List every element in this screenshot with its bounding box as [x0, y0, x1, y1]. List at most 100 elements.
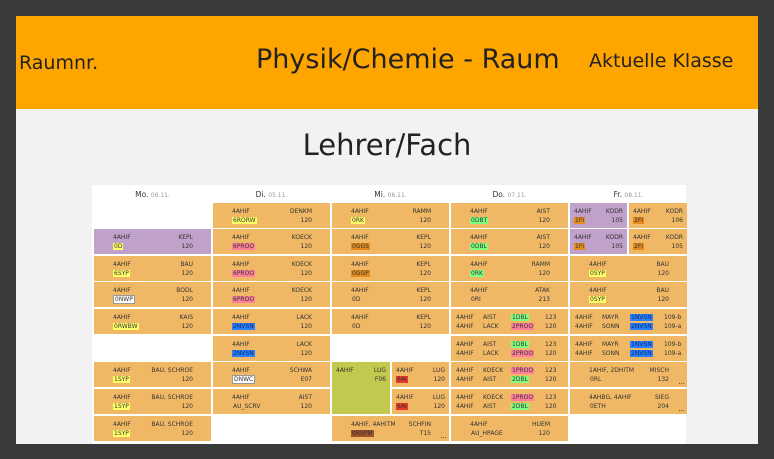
- lesson-cell[interactable]: 4AHIF BAU 0SYP 120: [570, 256, 687, 281]
- lesson-teacher: LUG: [432, 394, 445, 401]
- more-indicator[interactable]: ...: [678, 405, 685, 413]
- lesson-room: 120: [419, 296, 431, 303]
- subject-tag: 0D: [352, 296, 361, 303]
- lesson-cell[interactable]: 4AHIF KEPL 0D 120: [94, 229, 211, 254]
- lesson-cell[interactable]: 4AHIF RAMM 0RK 120: [451, 256, 568, 281]
- lesson-cell[interactable]: 4AHIF LUG F06: [332, 362, 390, 414]
- lesson-cell[interactable]: 4AHIF DENKM 6RORW 120: [213, 203, 330, 228]
- lesson-cell[interactable]: 4AHIF ATAK 0RI 213: [451, 282, 568, 307]
- lesson-room: 105: [611, 243, 623, 250]
- more-indicator[interactable]: ...: [440, 432, 447, 440]
- lesson-room: 109-b: [664, 314, 682, 321]
- subject-tag: 2FI: [633, 243, 645, 250]
- lesson-class: 4AHIF: [232, 261, 250, 268]
- lesson-class: 4AHIF: [470, 287, 488, 294]
- lesson-room: 120: [545, 323, 557, 330]
- lesson-room: 132: [657, 376, 669, 383]
- lesson-subject: 2DBL: [511, 403, 529, 410]
- lesson-cell-split[interactable]: 4AHIF KOECK 1PROO 123 4AHIF AIST 2DBL 120: [451, 362, 568, 387]
- lesson-teacher: KOECK: [291, 287, 312, 294]
- lesson-room: 105: [611, 217, 623, 224]
- lesson-class: 4AHIF: [232, 208, 250, 215]
- lesson-cell[interactable]: 4AHIF KEPL 0GGS 120: [332, 229, 449, 254]
- lesson-cell[interactable]: 4AHIF AIST 0DBT 120: [451, 203, 568, 228]
- subject-tag: 0RWBW: [113, 323, 139, 330]
- lesson-cell[interactable]: 1AHIF, 2DHITM MISCH 0RL 132...: [570, 362, 687, 387]
- subject-tag: 2FI: [633, 217, 645, 224]
- lesson-cell[interactable]: 4AHIF SCHWA DNWC E07: [213, 362, 330, 387]
- day-name: Di.: [255, 190, 266, 199]
- lesson-teacher: KODR: [605, 234, 623, 241]
- subject-tag: AU_SCRV: [233, 403, 261, 410]
- lesson-cell[interactable]: 4AHIF KODR 2FI 106: [629, 203, 687, 228]
- lesson-cell-split[interactable]: 4AHIF MAYR 1NVSN 109-b 4AHIF SONN 2NVSN 109-a: [570, 336, 687, 361]
- lesson-cell[interactable]: 4AHIF AIST AU_SCRV 120: [213, 389, 330, 414]
- subject-tag: 0GGS: [351, 243, 370, 250]
- lesson-cell[interactable]: 4AHIF KOECK 6PROO 120: [213, 282, 330, 307]
- lesson-teacher: BAU: [656, 287, 669, 294]
- lesson-class: 4AHIF: [470, 234, 488, 241]
- lesson-cell[interactable]: 4AHIF KODR 1FI 105: [570, 229, 627, 254]
- lesson-cell[interactable]: 4AHIF KEPL 0D 120: [332, 309, 449, 334]
- lesson-subject: 1DBL: [511, 314, 529, 321]
- day-date: 07.11.: [507, 192, 527, 199]
- lesson-subject: 1NVSN: [630, 341, 653, 348]
- day-name: Mo.: [135, 190, 149, 199]
- lesson-cell[interactable]: 4AHIF BAU, SCHROE 1SYP 120: [94, 362, 211, 387]
- subject-tag: 2DBL: [511, 403, 529, 410]
- lesson-cell-split[interactable]: 4AHIF KOECK 1PROO 123 4AHIF AIST 2DBL 120: [451, 389, 568, 414]
- lesson-cell[interactable]: 4AHIF BAU 6SYP 120: [94, 256, 211, 281]
- lesson-cell[interactable]: 4AHIF KAIS 0RWBW 120: [94, 309, 211, 334]
- lesson-cell[interactable]: 4AHIF LACK 2NVSN 120: [213, 336, 330, 361]
- lesson-cell[interactable]: 4AHIF LUG 6AI 120: [392, 389, 449, 414]
- lesson-cell-split[interactable]: 4AHIF MAYR 1NVSN 109-b 4AHIF SONN 2NVSN 109-a: [570, 309, 687, 334]
- lesson-cell[interactable]: 4AHIF BODL 0NWP 120: [94, 282, 211, 307]
- lesson-cell[interactable]: 4AHIF AIST 0DBL 120: [451, 229, 568, 254]
- lesson-cell[interactable]: 4AHIF BAU 0SYP 120: [570, 282, 687, 307]
- lesson-cell[interactable]: 4AHIF KODR 1FI 105: [570, 203, 627, 228]
- lesson-cell[interactable]: 4AHIF HUEM AU_HPAGE 120: [451, 416, 568, 441]
- lesson-class: 4AHIF: [456, 376, 474, 383]
- lesson-cell[interactable]: 4AHIF LACK 2NVSN 120: [213, 309, 330, 334]
- lesson-cell[interactable]: 4AHIF BAU, SCHROE 1SYP 120: [94, 416, 211, 441]
- lesson-subject: 1PROO: [511, 394, 535, 401]
- lesson-teacher: HUEM: [532, 421, 550, 428]
- lesson-cell[interactable]: 4AHIF, 4AHITM SCHFIN 0RSPM T15...: [332, 416, 449, 441]
- lesson-class: 4AHIF: [575, 350, 593, 357]
- lesson-cell[interactable]: 4AHIF KEPL 0GGP 120: [332, 256, 449, 281]
- subject-tag: 2NVSN: [232, 323, 255, 330]
- lesson-class: 4AHIF: [113, 314, 131, 321]
- lesson-cell[interactable]: 4AHIF KOECK 6PROO 120: [213, 229, 330, 254]
- header-bar: Raumnr. Physik/Chemie - Raum Aktuelle Kl…: [16, 16, 758, 109]
- current-class-label: Aktuelle Klasse: [589, 50, 734, 72]
- day-date: 05.11.: [268, 192, 288, 199]
- subject-tag: 0D: [352, 323, 361, 330]
- more-indicator[interactable]: ...: [678, 378, 685, 386]
- lesson-teacher: BODL: [176, 287, 193, 294]
- lesson-class: 4AHIF: [456, 341, 474, 348]
- lesson-class: 4AHIF: [113, 421, 131, 428]
- lesson-cell-split[interactable]: 4AHIF AIST 1DBL 123 4AHIF LACK 2PROO 120: [451, 336, 568, 361]
- lesson-room: 123: [545, 341, 557, 348]
- lesson-class: 4AHIF: [351, 287, 369, 294]
- lesson-class: 4AHIF: [456, 394, 474, 401]
- lesson-room: 120: [545, 403, 557, 410]
- lesson-subject: 0GGP: [351, 270, 370, 277]
- subject-tag: 2PROO: [511, 323, 535, 330]
- lesson-subject: 0RI: [470, 296, 482, 303]
- lesson-cell[interactable]: 4AHIF KODR 2FI 105: [629, 229, 687, 254]
- lesson-cell[interactable]: 4AHIF KEPL 0D 120: [332, 282, 449, 307]
- lesson-class: 4AHIF: [396, 394, 414, 401]
- lesson-cell[interactable]: 4AHIF BAU, SCHROE 1SYP 120: [94, 389, 211, 414]
- lesson-cell[interactable]: 4AHIF RAMM 0RK 120: [332, 203, 449, 228]
- lesson-cell-split[interactable]: 4AHIF AIST 1DBL 123 4AHIF LACK 2PROO 120: [451, 309, 568, 334]
- lesson-class: 4AHIF: [113, 261, 131, 268]
- subject-tag: 6RORW: [232, 217, 257, 224]
- lesson-room: 120: [545, 376, 557, 383]
- lesson-cell[interactable]: 4AHIF LUG 6AI 120: [392, 362, 449, 387]
- lesson-class: 4AHIF: [575, 314, 593, 321]
- lesson-subject: 0DBL: [470, 243, 488, 250]
- lesson-cell[interactable]: 4AHBG, 4AHIF SIEG 0ETH 204...: [570, 389, 687, 414]
- lesson-room: 120: [657, 270, 669, 277]
- lesson-cell[interactable]: 4AHIF KOECK 6PROO 120: [213, 256, 330, 281]
